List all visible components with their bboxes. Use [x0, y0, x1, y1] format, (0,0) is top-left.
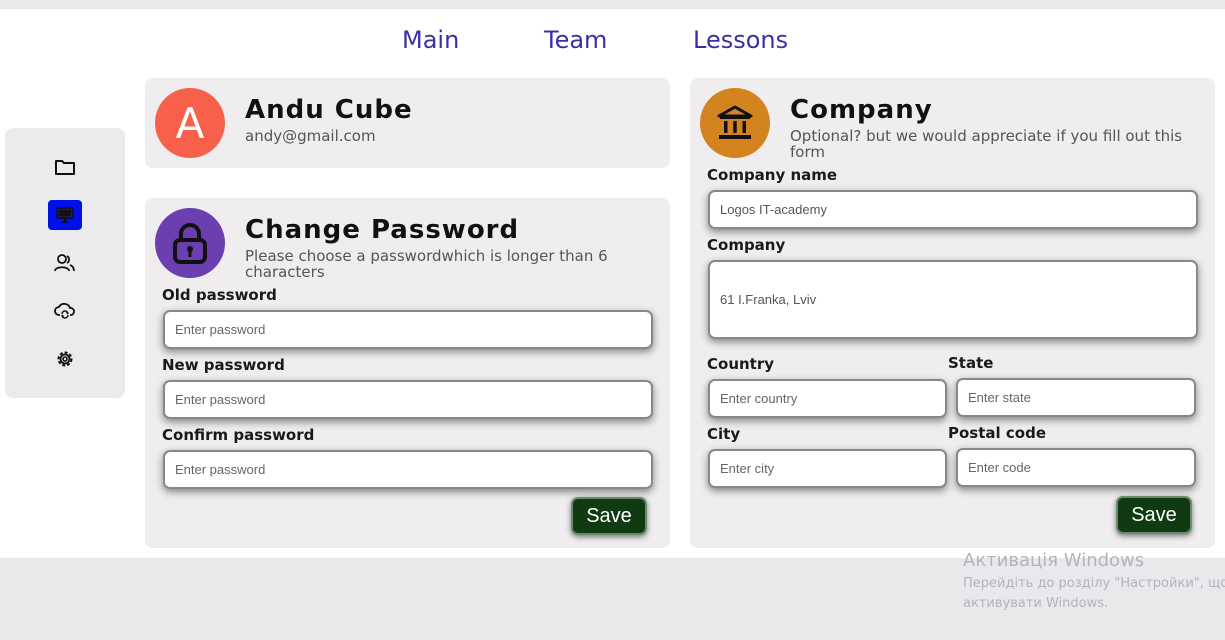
- cloud-sync-icon: [54, 302, 75, 319]
- company-name-label: Company name: [707, 166, 838, 184]
- nav-team[interactable]: Team: [544, 26, 607, 54]
- sidebar-item-monitor[interactable]: [48, 200, 82, 230]
- company-icon-circle: [700, 88, 770, 158]
- city-label: City: [707, 425, 741, 443]
- new-password-label: New password: [162, 356, 285, 374]
- postal-code-field[interactable]: [956, 448, 1196, 487]
- company-address-field[interactable]: [708, 260, 1198, 339]
- password-icon-circle: [155, 208, 225, 278]
- sidebar-item-team[interactable]: [48, 248, 82, 278]
- windows-watermark-line2: активувати Windows.: [963, 596, 1109, 611]
- users-icon: [54, 254, 75, 272]
- company-title: Company: [790, 95, 933, 125]
- nav-main[interactable]: Main: [402, 26, 459, 54]
- sidebar: [5, 128, 125, 398]
- profile-name: Andu Cube: [245, 95, 413, 125]
- windows-watermark-line1: Перейдіть до розділу "Настройки", що: [963, 576, 1225, 591]
- password-save-button[interactable]: Save: [571, 497, 647, 535]
- old-password-label: Old password: [162, 286, 277, 304]
- sidebar-item-sync[interactable]: [48, 296, 82, 326]
- new-password-field[interactable]: [163, 380, 653, 419]
- folder-icon: [55, 160, 75, 175]
- top-bar: [0, 0, 1225, 9]
- state-field[interactable]: [956, 378, 1196, 417]
- state-label: State: [948, 354, 994, 372]
- windows-watermark-title: Активація Windows: [963, 550, 1145, 571]
- company-name-field[interactable]: [708, 190, 1198, 229]
- gear-icon: [57, 351, 73, 367]
- lock-icon: [173, 223, 207, 264]
- country-field[interactable]: [708, 379, 947, 418]
- country-label: Country: [707, 355, 775, 373]
- sidebar-item-settings[interactable]: [48, 344, 82, 374]
- monitor-icon: [56, 207, 74, 223]
- postal-code-label: Postal code: [948, 424, 1046, 442]
- avatar-initial: A: [175, 98, 205, 148]
- profile-email: andy@gmail.com: [245, 127, 376, 145]
- bank-icon: [717, 105, 753, 139]
- company-address-label: Company: [707, 236, 786, 254]
- sidebar-item-folder[interactable]: [48, 152, 82, 182]
- avatar: A: [155, 88, 225, 158]
- old-password-field[interactable]: [163, 310, 653, 349]
- company-save-button[interactable]: Save: [1116, 496, 1192, 534]
- password-title: Change Password: [245, 215, 520, 245]
- company-subtitle: Optional? but we would appreciate if you…: [790, 127, 1183, 161]
- confirm-password-label: Confirm password: [162, 426, 315, 444]
- nav-lessons[interactable]: Lessons: [693, 26, 788, 54]
- city-field[interactable]: [708, 449, 947, 488]
- password-subtitle: Please choose a passwordwhich is longer …: [245, 247, 608, 281]
- confirm-password-field[interactable]: [163, 450, 653, 489]
